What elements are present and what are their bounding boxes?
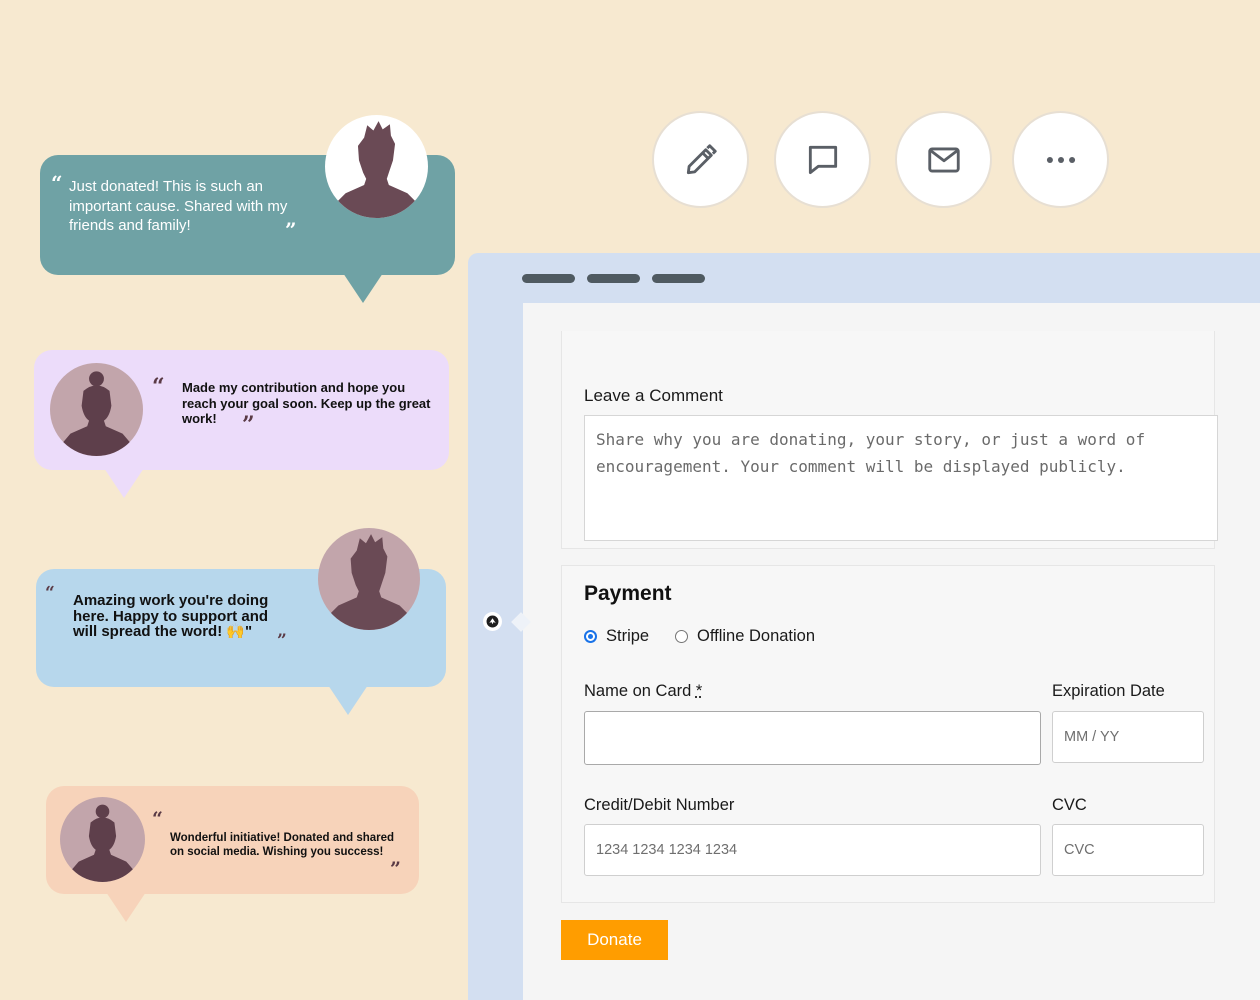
bubble-tail: [343, 273, 383, 303]
pencil-icon: [686, 143, 717, 174]
name-on-card-input[interactable]: [584, 711, 1041, 765]
donate-button[interactable]: Donate: [561, 920, 668, 960]
required-marker: *: [695, 682, 703, 700]
comment-textarea[interactable]: [584, 415, 1218, 541]
payment-option-label: Offline Donation: [697, 627, 816, 645]
female-silhouette-icon: [57, 371, 136, 456]
testimonial-text: Amazing work you're doing here. Happy to…: [73, 592, 269, 640]
bubble-tail: [106, 892, 146, 922]
radio-selected-icon[interactable]: [584, 630, 597, 643]
avatar-male: [318, 528, 420, 630]
card-number-input[interactable]: [584, 824, 1041, 876]
cvc-input[interactable]: [1052, 824, 1204, 876]
window-control-dash: [587, 274, 640, 283]
bubble-tail: [104, 468, 144, 498]
expiration-date-label: Expiration Date: [1052, 682, 1165, 700]
avatar-male: [325, 115, 428, 218]
radio-unselected-icon[interactable]: [675, 630, 688, 643]
window-control-dash: [652, 274, 705, 283]
quote-close-icon: ”: [285, 218, 297, 242]
card-number-label: Credit/Debit Number: [584, 796, 735, 814]
testimonial-text: Made my contribution and hope you reach …: [182, 380, 431, 426]
quote-close-icon: ”: [277, 631, 287, 651]
quote-open-icon: “: [45, 583, 55, 603]
mail-button[interactable]: [895, 111, 992, 208]
logo-icon: [486, 615, 499, 628]
male-silhouette-icon: [324, 534, 414, 630]
quote-close-icon: ”: [390, 858, 401, 880]
browser-window: Leave a Comment Payment Stripe Offline D…: [468, 253, 1260, 1000]
name-on-card-label-text: Name on Card: [584, 682, 692, 700]
window-control-dash: [522, 274, 575, 283]
quote-open-icon: “: [152, 808, 163, 830]
testimonial-text: Wonderful initiative! Donated and shared…: [170, 832, 395, 858]
payment-option-label: Stripe: [606, 627, 650, 645]
donation-form-page: Leave a Comment Payment Stripe Offline D…: [523, 303, 1260, 1000]
payment-title: Payment: [584, 582, 672, 605]
testimonial-text: Just donated! This is such an important …: [69, 178, 288, 234]
payment-section: Payment Stripe Offline Donation Name on …: [561, 565, 1215, 903]
payment-option-stripe[interactable]: Stripe: [584, 627, 649, 646]
cvc-label: CVC: [1052, 796, 1087, 814]
plugin-logo-badge[interactable]: [483, 612, 502, 631]
comment-button[interactable]: [774, 111, 871, 208]
more-button[interactable]: [1012, 111, 1109, 208]
name-on-card-label: Name on Card *: [584, 682, 702, 701]
edit-button[interactable]: [652, 111, 749, 208]
female-silhouette-icon: [66, 804, 139, 882]
more-icon: [1046, 156, 1075, 163]
avatar-female: [60, 797, 145, 882]
male-silhouette-icon: [331, 121, 422, 218]
comment-label: Leave a Comment: [584, 386, 723, 405]
payment-option-offline[interactable]: Offline Donation: [675, 627, 815, 646]
quote-open-icon: “: [51, 171, 63, 195]
avatar-female: [50, 363, 143, 456]
mail-icon: [927, 146, 960, 173]
quote-close-icon: ”: [242, 412, 255, 438]
quote-open-icon: “: [152, 374, 165, 400]
comment-section: Leave a Comment: [561, 331, 1218, 549]
bubble-tail: [328, 685, 368, 715]
comment-icon: [808, 145, 837, 174]
expiration-date-input[interactable]: [1052, 711, 1204, 763]
